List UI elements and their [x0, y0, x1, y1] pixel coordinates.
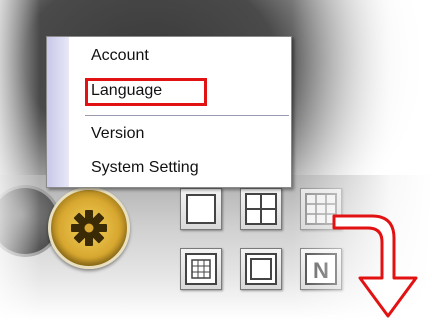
single-view-icon — [186, 194, 216, 224]
multi-view-icon — [245, 253, 277, 285]
red-curved-arrow-icon — [332, 214, 418, 318]
quad-view-icon — [245, 193, 277, 225]
menu-item-account[interactable]: Account — [91, 47, 149, 65]
gear-icon — [71, 210, 107, 246]
settings-context-menu: Account Language Version System Setting — [46, 36, 292, 188]
settings-button[interactable] — [48, 187, 130, 269]
sixteen-view-button[interactable] — [180, 248, 222, 290]
menu-item-system-setting[interactable]: System Setting — [91, 159, 199, 177]
menu-separator — [85, 115, 289, 116]
menu-side-stripe — [47, 37, 69, 187]
sixteen-view-icon — [185, 253, 217, 285]
single-view-button[interactable] — [180, 188, 222, 230]
menu-item-version[interactable]: Version — [91, 125, 144, 143]
multi-view-button[interactable] — [240, 248, 282, 290]
quad-view-button[interactable] — [240, 188, 282, 230]
highlight-language-box — [85, 78, 207, 106]
